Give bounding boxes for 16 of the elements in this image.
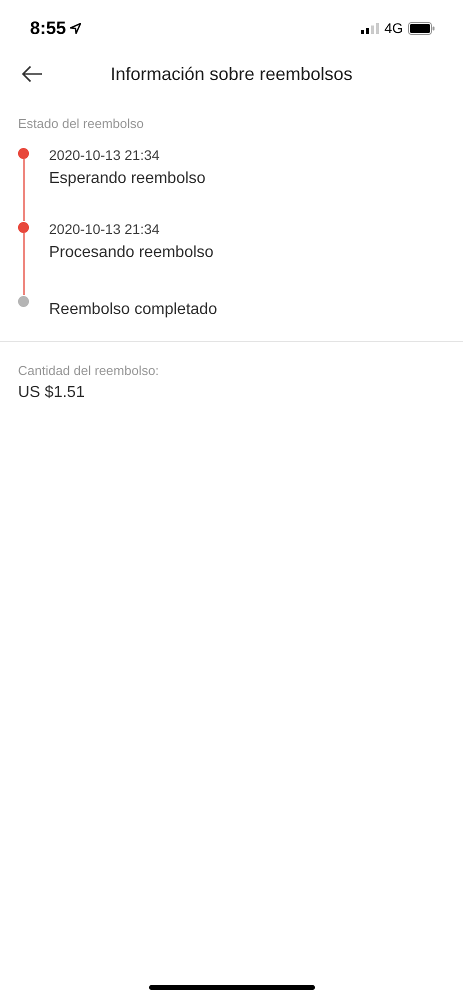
step-title: Reembolso completado <box>49 301 218 319</box>
battery-icon <box>408 22 435 34</box>
step-title: Procesando reembolso <box>49 244 214 262</box>
amount-value: US $1.51 <box>18 384 86 402</box>
network-type: 4G <box>384 20 403 36</box>
timeline-line <box>23 233 24 295</box>
step-title: Esperando reembolso <box>49 170 206 188</box>
timeline-line <box>23 159 24 221</box>
amount-label: Cantidad del reembolso: <box>18 363 160 378</box>
step-date: 2020-10-13 21:34 <box>49 221 161 237</box>
signal-icon <box>361 22 380 34</box>
step-date: 2020-10-13 21:34 <box>49 147 161 163</box>
location-arrow-icon <box>70 22 82 34</box>
status-time: 8:55 <box>30 18 66 38</box>
section-label: Estado del reembolso <box>18 116 145 131</box>
page-title: Información sobre reembolsos <box>110 64 353 84</box>
